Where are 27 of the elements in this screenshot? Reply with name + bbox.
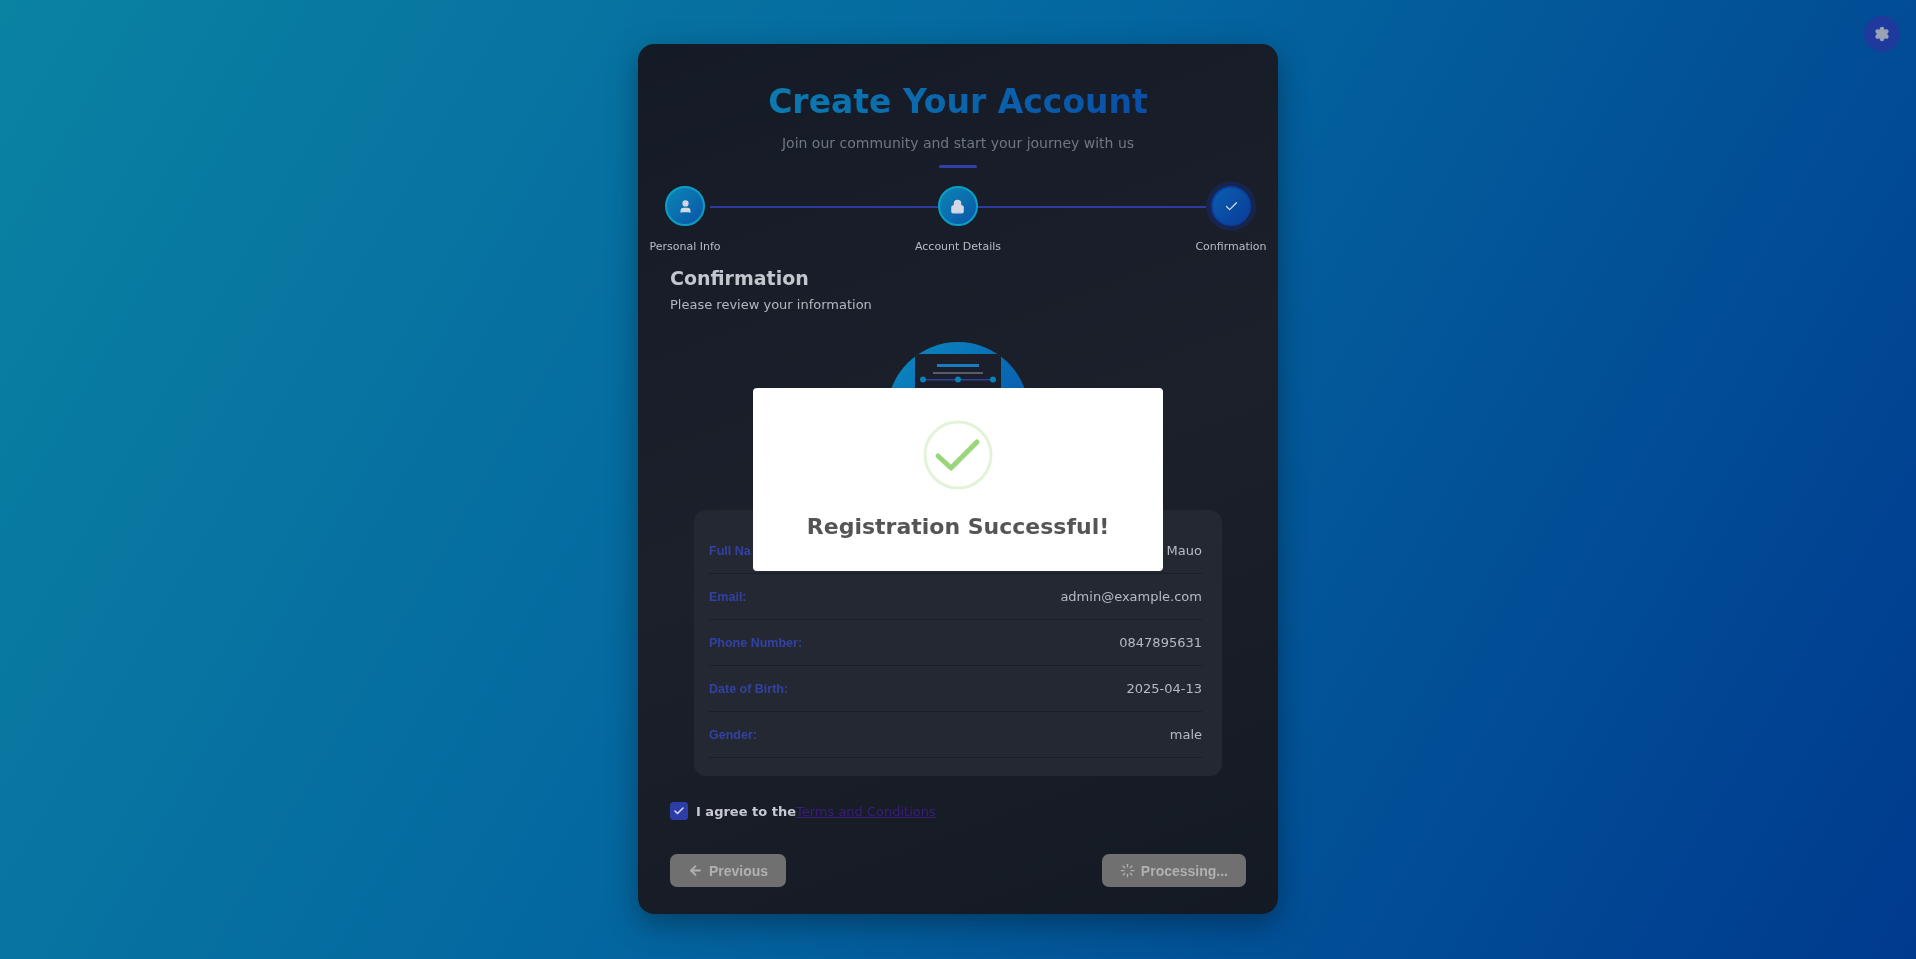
check-circle-icon xyxy=(923,420,993,490)
step-label: Confirmation xyxy=(1195,240,1267,253)
field-value: male xyxy=(1169,727,1202,742)
field-value: 0847895631 xyxy=(1119,635,1202,650)
section-title: Confirmation xyxy=(670,267,810,289)
checkmark-icon xyxy=(673,805,685,817)
step-label: Personal Info xyxy=(649,240,721,253)
user-icon xyxy=(677,198,693,214)
lock-icon xyxy=(950,198,966,214)
field-value: admin@example.com xyxy=(1060,589,1202,604)
field-value: Mauo xyxy=(1166,543,1202,558)
field-label: Email: xyxy=(709,589,747,604)
field-label: Date of Birth: xyxy=(709,681,789,696)
settings-icon xyxy=(1874,26,1890,42)
field-label: Phone Number: xyxy=(709,635,803,650)
terms-link[interactable]: Terms and Conditions xyxy=(796,803,936,819)
spinner-icon xyxy=(1119,863,1135,878)
field-label: Gender: xyxy=(709,727,757,742)
field-label: Full Na xyxy=(709,543,751,558)
field-value: 2025-04-13 xyxy=(1126,681,1202,696)
terms-text: I agree to the xyxy=(696,803,796,819)
step-label: Account Details xyxy=(914,240,1001,253)
page-subtitle: Join our community and start your journey with us xyxy=(781,135,1135,151)
terms-checkbox[interactable] xyxy=(670,802,688,820)
settings-button[interactable] xyxy=(1864,16,1900,52)
section-subtitle: Please review your information xyxy=(670,297,873,312)
dialog-title: Registration Successful! xyxy=(806,514,1110,539)
